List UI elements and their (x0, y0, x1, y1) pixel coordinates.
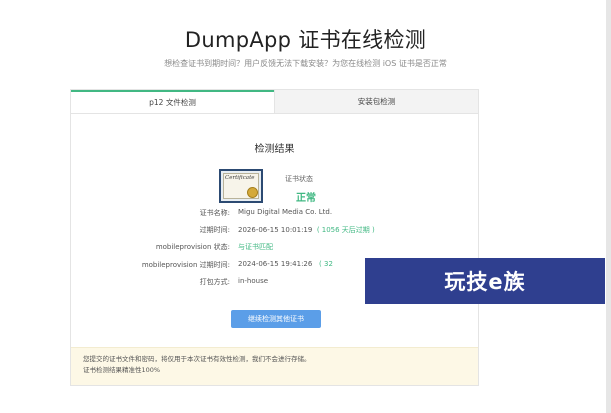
tab-bar: p12 文件检测 安装包检测 (71, 90, 478, 114)
tab-p12-file[interactable]: p12 文件检测 (71, 90, 274, 113)
page-title: DumpApp 证书在线检测 (184, 28, 427, 52)
mp-days-remaining: ( 32 (319, 260, 333, 268)
info-value: 2026-06-15 10:01:19 ( 1056 天后过期 ) (238, 226, 375, 234)
status-value: 正常 (296, 193, 316, 204)
certificate-script-text: Certificate (225, 175, 255, 181)
info-label: mobileprovision 过期时间: (141, 261, 230, 269)
info-row-cert-name: 证书名称: Migu Digital Media Co. Ltd. (71, 208, 478, 220)
info-row-expire-time: 过期时间: 2026-06-15 10:01:19 ( 1056 天后过期 ) (71, 225, 478, 237)
checker-card: p12 文件检测 安装包检测 检测结果 Certificate 证书状态 正常 … (70, 89, 479, 386)
certificate-seal-icon (247, 187, 258, 198)
info-row-mp-status: mobileprovision 状态: 与证书匹配 (71, 242, 478, 254)
notice-line-1: 您提交的证书文件和密码，将仅用于本次证书有效性检测，我们不会进行存储。 (83, 355, 311, 363)
certificate-icon: Certificate (219, 169, 263, 203)
watermark-text: 玩技e族 (444, 270, 526, 294)
page-subtitle: 想检查证书到期时间？用户反馈无法下载安装？为您在线检测 iOS 证书是否正常 (164, 59, 447, 68)
privacy-notice: 您提交的证书文件和密码，将仅用于本次证书有效性检测，我们不会进行存储。 证书检测… (71, 347, 478, 385)
info-value: 与证书匹配 (238, 242, 273, 252)
result-title: 检测结果 (254, 144, 295, 155)
info-value: 2024-06-15 19:41:26 ( 32 (238, 260, 333, 268)
mp-match-status: 与证书匹配 (238, 243, 273, 251)
info-label: 过期时间: (199, 226, 230, 234)
info-label: 证书名称: (199, 209, 230, 217)
days-remaining: ( 1056 天后过期 ) (316, 226, 375, 234)
info-value: Migu Digital Media Co. Ltd. (238, 208, 333, 216)
info-label: mobileprovision 状态: (155, 243, 230, 251)
status-label: 证书状态 (285, 175, 313, 183)
notice-line-2: 证书检测结果精准性100% (83, 366, 161, 374)
tab-install-package[interactable]: 安装包检测 (274, 90, 478, 113)
watermark-logo: 玩技e族 (365, 258, 605, 304)
info-value: in-house (238, 277, 269, 285)
info-label: 打包方式: (199, 278, 230, 286)
check-another-button[interactable]: 继续检测其他证书 (231, 310, 321, 328)
